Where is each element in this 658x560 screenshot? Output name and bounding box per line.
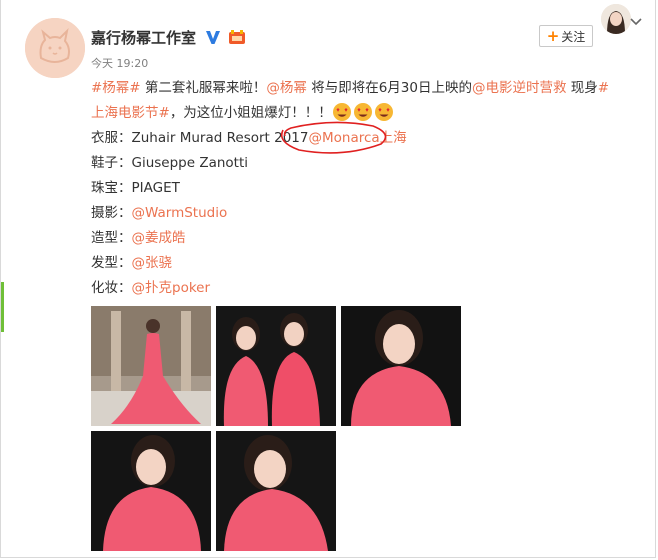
credit-label: 珠宝： [91,180,132,196]
weibo-post-card: 嘉行杨幂工作室 今天 19:20 + 关注 #杨幂# 第二套礼服幂来啦！@杨幂 … [0,0,656,558]
chevron-down-icon[interactable] [629,16,643,28]
left-accent-bar [1,282,4,332]
mention-link[interactable]: @张骁 [132,255,173,271]
post-timestamp[interactable]: 今天 19:20 [91,55,148,71]
post-text-segment: 将与即将在6月30日上映的 [306,80,472,96]
photo-thumbnail[interactable] [216,431,336,551]
credit-label: 造型： [91,230,132,246]
mention-link[interactable]: @姜成皓 [132,230,186,246]
credit-row-jewelry: 珠宝：PIAGET [91,176,641,201]
verified-v-icon[interactable] [204,28,222,46]
mention-link[interactable]: @WarmStudio [132,205,228,221]
credit-row-makeup: 化妆：@扑克poker [91,276,641,301]
heart-eyes-emoji-icon [374,102,394,122]
photo-thumbnail[interactable] [341,306,461,426]
post-text-line-1: #杨幂# 第二套礼服幂来啦！@杨幂 将与即将在6月30日上映的@电影逆时营救 现… [91,76,641,101]
red-circle-annotation [273,120,393,156]
photo-grid [91,306,463,552]
hashtag-link[interactable]: # [598,80,609,96]
hashtag-link[interactable]: 上海电影节# [91,105,170,121]
credit-value: PIAGET [131,180,180,196]
author-name[interactable]: 嘉行杨幂工作室 [91,27,196,48]
mention-link[interactable]: @电影逆时营救 [472,80,567,96]
mention-link[interactable]: @杨幂 [266,80,307,96]
credit-label: 衣服： [91,130,132,146]
author-avatar[interactable] [25,18,85,78]
credit-label: 化妆： [91,280,132,296]
hashtag-link[interactable]: #杨幂# [91,80,141,96]
credit-label: 鞋子： [91,155,132,171]
viewer-avatar[interactable] [601,4,631,34]
credit-row-photography: 摄影：@WarmStudio [91,201,641,226]
member-badge-icon[interactable] [228,29,246,45]
photo-thumbnail[interactable] [91,431,211,551]
photo-thumbnail[interactable] [91,306,211,426]
photo-thumbnail[interactable] [216,306,336,426]
credit-row-hair: 发型：@张骁 [91,251,641,276]
credit-row-styling: 造型：@姜成皓 [91,226,641,251]
credit-label: 发型： [91,255,132,271]
follow-button[interactable]: + 关注 [539,25,593,47]
post-text-segment: 第二套礼服幂来啦！ [140,80,267,96]
author-row: 嘉行杨幂工作室 [91,26,246,48]
post-text-segment: 现身 [566,80,598,96]
post-text-segment: ，为这位小姐姐爆灯！！！ [169,105,332,121]
heart-eyes-emoji-icon [332,102,352,122]
plus-icon: + [546,26,560,45]
fox-logo-icon [25,18,85,78]
post-text: #杨幂# 第二套礼服幂来啦！@杨幂 将与即将在6月30日上映的@电影逆时营救 现… [91,76,641,301]
heart-eyes-emoji-icon [353,102,373,122]
mention-link[interactable]: @扑克poker [132,280,211,296]
credit-label: 摄影： [91,205,132,221]
credit-value: Giuseppe Zanotti [131,155,249,171]
follow-label: 关注 [561,29,586,44]
